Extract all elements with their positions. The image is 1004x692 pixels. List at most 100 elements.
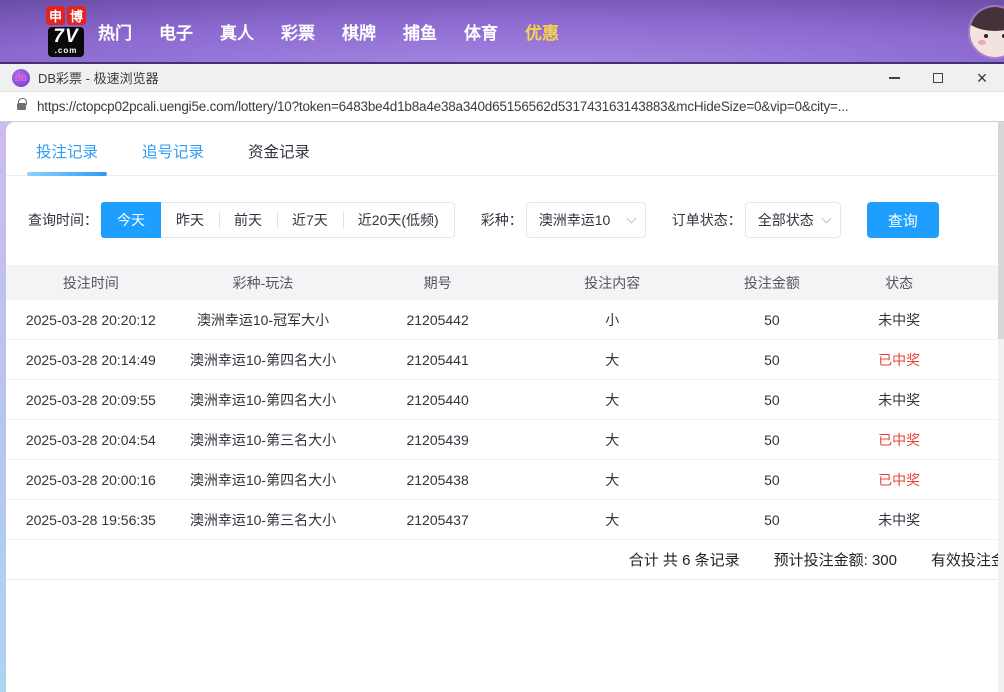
table-row: 2025-03-28 20:09:55 澳洲幸运10-第四名大小 21205440 大… [6,380,1004,420]
cell-bet-time: 2025-03-28 19:56:35 [25,511,156,528]
cell-bet-time: 2025-03-28 20:00:16 [25,471,156,488]
cell-game-play: 澳洲幸运10-第三名大小 [189,431,337,448]
nav-item-2[interactable]: 电子 [159,19,193,44]
cell-bet-content: 大 [605,471,620,488]
column-header-1: 投注时间 [62,274,119,291]
minimize-icon [888,76,900,79]
maximize-button[interactable] [916,64,960,91]
time-filter-option-2[interactable]: 昨天 [161,203,219,237]
cell-status: 已中奖 [878,471,921,488]
summary-total: 合计 共 6 条记录 [628,552,740,569]
browser-titlebar: DB DB彩票 - 极速浏览器 × [0,64,1004,92]
nav-item-3[interactable]: 真人 [220,19,254,44]
column-header-4: 投注内容 [584,274,641,291]
column-header-2: 彩种-玩法 [232,274,294,291]
cell-issue-number: 21205441 [406,351,469,368]
order-status-value: 全部状态 [757,212,814,228]
cell-bet-amount: 50 [764,311,780,328]
cell-status: 已中奖 [878,431,921,448]
window-title: DB彩票 - 极速浏览器 [38,71,159,86]
time-filter-label: 查询时间： [28,212,98,228]
nav-item-5[interactable]: 棋牌 [342,19,376,44]
cell-game-play: 澳洲幸运10-第四名大小 [189,391,337,408]
cell-bet-amount: 50 [764,511,780,528]
cell-game-play: 澳洲幸运10-冠军大小 [196,311,330,328]
cell-issue-number: 21205442 [406,311,469,328]
nav-item-8[interactable]: 优惠 [525,19,559,44]
tab-3[interactable]: 资金记录 [248,140,310,175]
tab-1[interactable]: 投注记录 [26,140,108,176]
avatar-hair-bun-left [971,9,983,21]
cell-bet-content: 小 [605,311,620,328]
cell-bet-content: 大 [605,431,620,448]
avatar-eye-left [984,34,988,38]
url-text: https://ctopcp02pcali.uengi5e.com/lotter… [37,99,849,114]
summary-valid-amount: 有效投注金额 [930,552,1004,569]
nav-item-7[interactable]: 体育 [464,19,498,44]
nav-item-1[interactable]: 热门 [98,19,132,44]
logo-badge-left: 申 [46,5,65,25]
avatar-blush-left [978,40,986,45]
cell-bet-content: 大 [605,351,620,368]
scrollbar-thumb[interactable] [998,122,1004,339]
table-header-row: 投注时间 彩种-玩法 期号 投注内容 投注金额 状态 [6,265,1004,300]
lottery-select[interactable]: 澳洲幸运10 [525,202,646,238]
cell-issue-number: 21205440 [406,391,469,408]
nav-item-4[interactable]: 彩票 [281,19,315,44]
summary-row: 合计 共 6 条记录 预计投注金额: 300 有效投注金额 [6,540,1004,580]
nav-item-6[interactable]: 捕鱼 [403,19,437,44]
cell-game-play: 澳洲幸运10-第四名大小 [189,471,337,488]
logo-badges: 申 博 [46,5,86,25]
table-row: 2025-03-28 20:04:54 澳洲幸运10-第三名大小 21205439 大… [6,420,1004,460]
lottery-select-label: 彩种： [480,212,523,228]
tab-2[interactable]: 追号记录 [142,140,204,175]
logo-main-text: 7V [53,25,79,47]
logo-badge-right: 博 [67,5,86,25]
avatar[interactable] [970,7,1004,57]
cell-bet-amount: 50 [764,471,780,488]
time-filter-option-4[interactable]: 近7天 [277,203,343,237]
order-status-label: 订单状态： [671,212,742,228]
maximize-icon [933,72,943,83]
time-filter-option-3[interactable]: 前天 [219,203,277,237]
time-filter-group: 今天 昨天 前天 近7天 近20天(低频) [101,202,455,238]
column-header-6: 状态 [885,274,914,291]
cell-bet-amount: 50 [764,351,780,368]
chevron-down-icon [821,213,832,224]
cell-issue-number: 21205437 [406,511,469,528]
logo-sub-text: .com [54,45,78,55]
browser-urlbar[interactable]: https://ctopcp02pcali.uengi5e.com/lotter… [0,92,1004,122]
close-button[interactable]: × [960,64,1004,91]
page-background: 投注记录 追号记录 资金记录 查询时间： 今天 昨天 前天 近7天 近20天(低频) 彩种：… [0,122,1004,692]
filter-bar: 查询时间： 今天 昨天 前天 近7天 近20天(低频) 彩种： 澳洲幸运10 订单状态：… [28,202,1004,238]
time-filter-option-5[interactable]: 近20天(低频) [342,203,454,237]
cell-status: 未中奖 [878,311,921,328]
scrollbar[interactable] [998,122,1004,692]
bet-records-table: 投注时间 彩种-玩法 期号 投注内容 投注金额 状态 2025-03-28 20:20:1… [6,265,1004,580]
table-row: 2025-03-28 20:00:16 澳洲幸运10-第四名大小 21205438 大… [6,460,1004,500]
cell-issue-number: 21205438 [406,471,469,488]
cell-bet-amount: 50 [764,391,780,408]
search-button[interactable]: 查询 [866,202,939,238]
cell-status: 未中奖 [878,511,921,528]
table-row: 2025-03-28 19:56:35 澳洲幸运10-第三名大小 21205437 大… [6,500,1004,540]
column-header-5: 投注金额 [743,274,800,291]
cell-bet-time: 2025-03-28 20:04:54 [25,431,156,448]
logo-mark: 7V .com [48,25,84,57]
time-filter-option-1[interactable]: 今天 [101,202,161,238]
site-header: 申 博 7V .com 热门 电子 真人 彩票 棋牌 捕鱼 体育 优惠 [0,0,1004,64]
record-tabs: 投注记录 追号记录 资金记录 [6,122,1004,176]
lottery-select-value: 澳洲幸运10 [538,212,611,228]
cell-game-play: 澳洲幸运10-第三名大小 [189,511,337,528]
cell-bet-amount: 50 [764,431,780,448]
content-card: 投注记录 追号记录 资金记录 查询时间： 今天 昨天 前天 近7天 近20天(低频) 彩种：… [6,122,1004,692]
table-row: 2025-03-28 20:14:49 澳洲幸运10-第四名大小 21205441 大… [6,340,1004,380]
column-header-3: 期号 [423,274,452,291]
lock-icon [17,98,27,110]
main-nav: 热门 电子 真人 彩票 棋牌 捕鱼 体育 优惠 [98,19,559,44]
summary-expected-amount: 预计投注金额: 300 [773,552,897,569]
site-logo[interactable]: 申 博 7V .com [46,5,86,57]
minimize-button[interactable] [872,64,916,91]
chevron-down-icon [626,213,637,224]
order-status-select[interactable]: 全部状态 [744,202,841,238]
